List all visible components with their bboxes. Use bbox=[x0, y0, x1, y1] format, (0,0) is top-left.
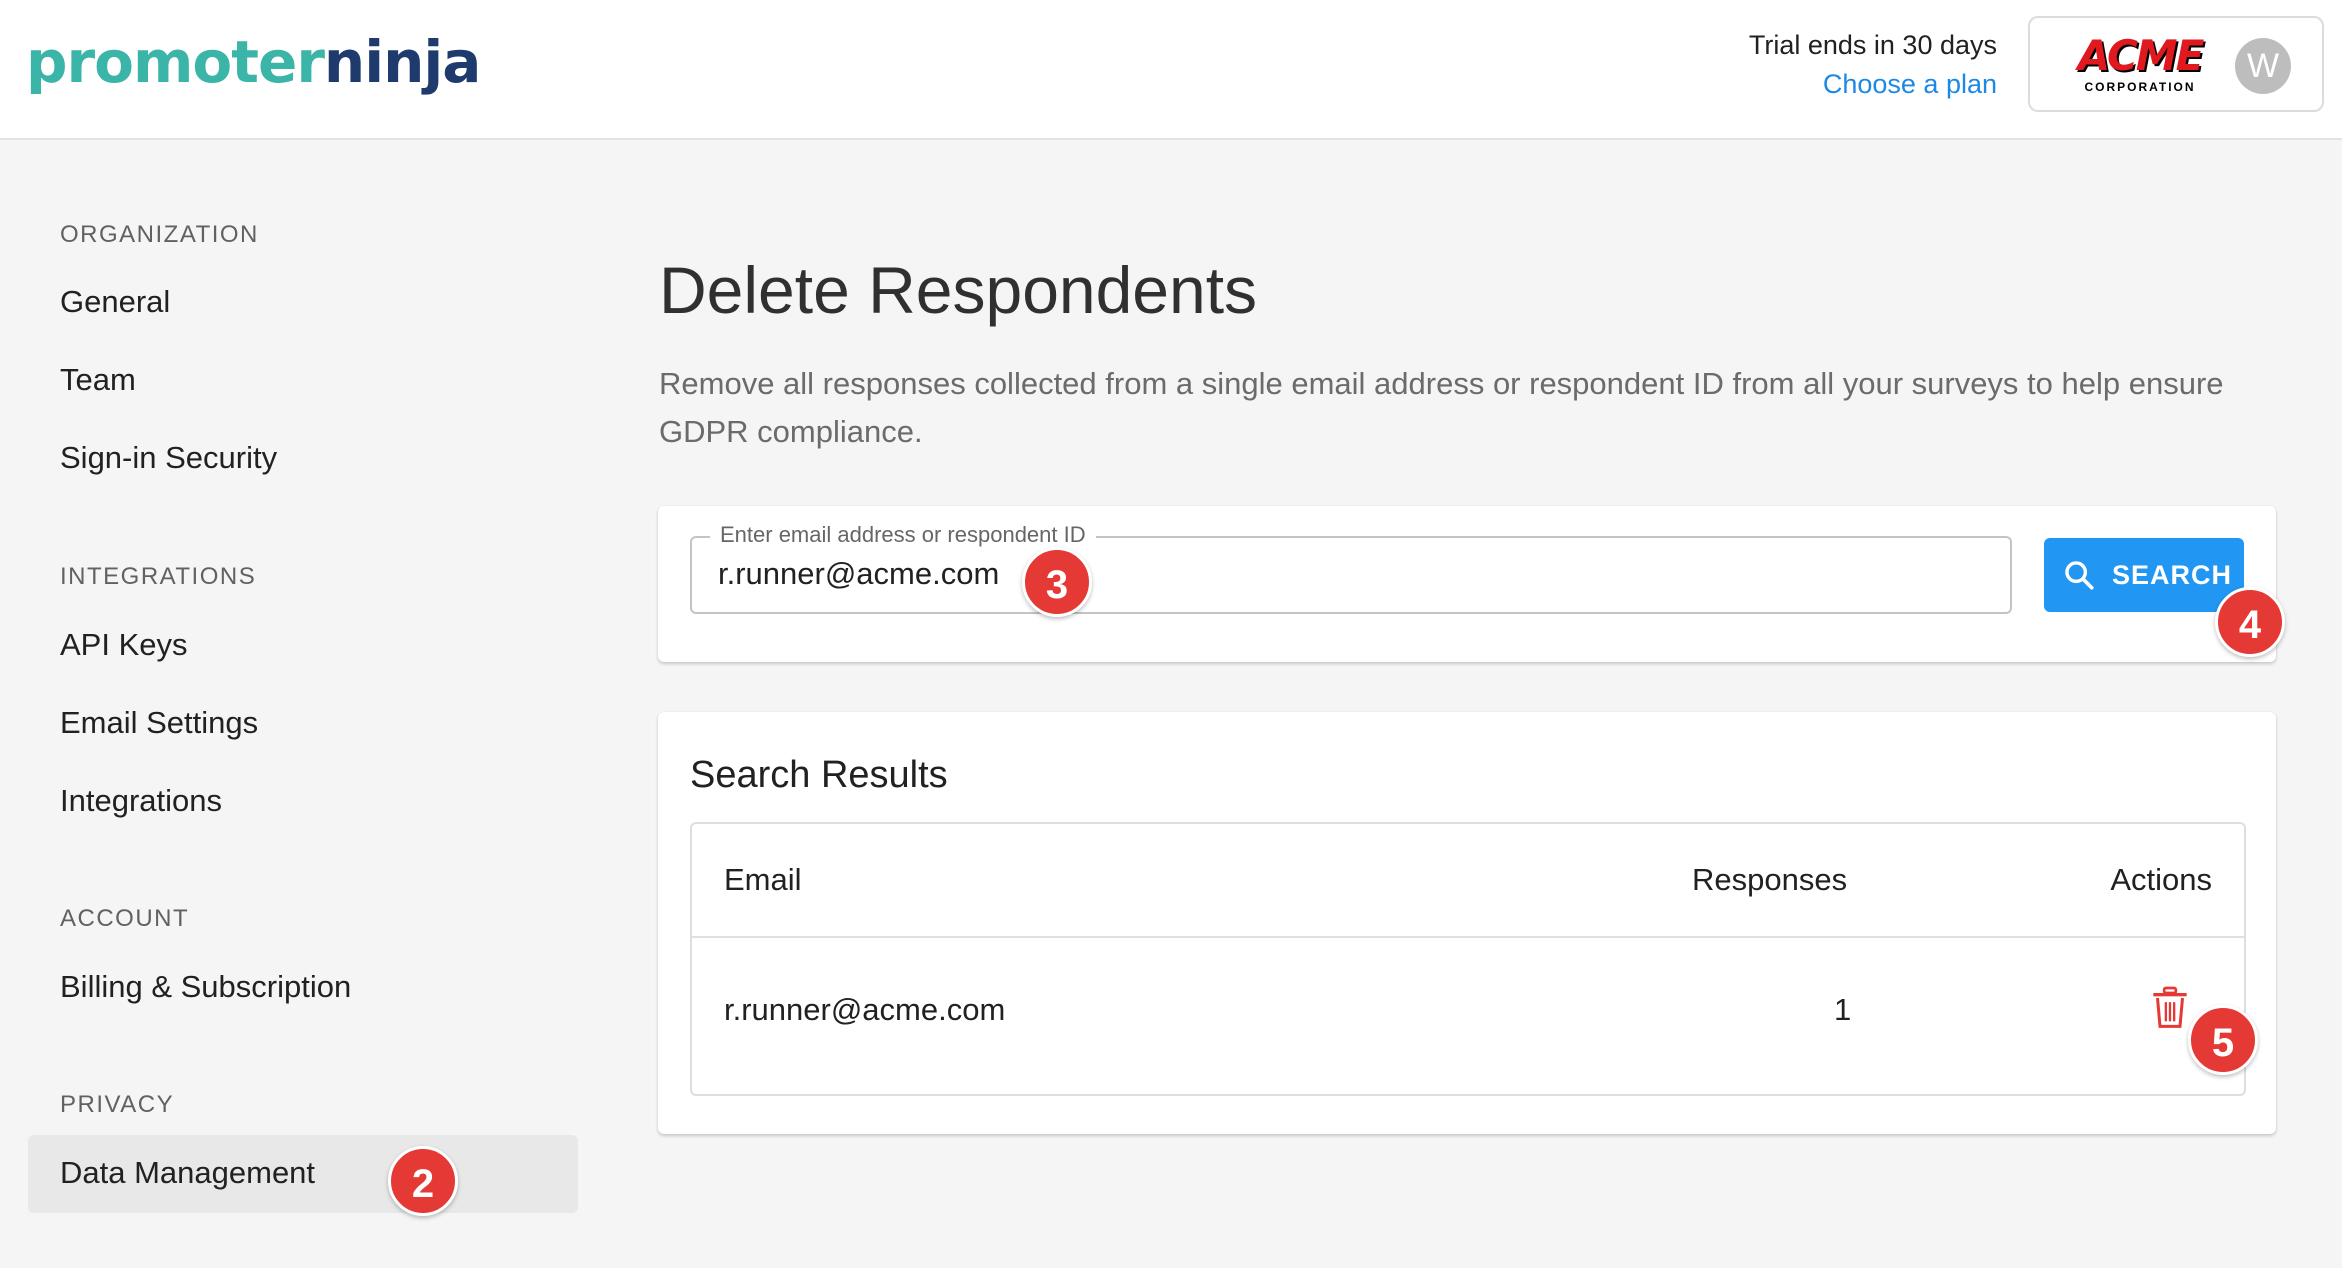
acme-logo-sub: CORPORATION bbox=[2084, 80, 2196, 94]
sidebar-item-billing-subscription[interactable]: Billing & Subscription bbox=[60, 969, 351, 1005]
respondent-search-field[interactable]: Enter email address or respondent ID r.r… bbox=[690, 522, 2012, 614]
logo-part-promoter: promoter bbox=[26, 28, 325, 96]
search-icon bbox=[2065, 561, 2094, 590]
step-badge-5: 5 bbox=[2188, 1005, 2258, 1075]
row-email: r.runner@acme.com bbox=[724, 992, 1006, 1027]
section-heading-organization: ORGANIZATION bbox=[60, 221, 259, 248]
sidebar-item-label-data-management[interactable]: Data Management bbox=[60, 1155, 315, 1191]
search-results-title: Search Results bbox=[690, 754, 948, 796]
search-button-label: SEARCH bbox=[2112, 560, 2233, 590]
account-switcher[interactable]: ACME CORPORATION W bbox=[2028, 16, 2324, 112]
trial-info: Trial ends in 30 days Choose a plan bbox=[1749, 30, 1997, 100]
acme-logo-main: ACME bbox=[2077, 31, 2205, 80]
section-heading-integrations: INTEGRATIONS bbox=[60, 563, 257, 590]
table-divider bbox=[692, 936, 2244, 938]
sidebar-item-integrations[interactable]: Integrations bbox=[60, 783, 222, 819]
sidebar-item-sign-in-security[interactable]: Sign-in Security bbox=[60, 440, 277, 476]
page-title: Delete Respondents bbox=[659, 253, 1258, 327]
column-header-responses: Responses bbox=[1692, 862, 1848, 897]
search-input[interactable]: r.runner@acme.com bbox=[718, 556, 999, 592]
user-avatar[interactable]: W bbox=[2235, 38, 2291, 94]
page-description: Remove all responses collected from a si… bbox=[659, 366, 2224, 449]
trash-icon[interactable] bbox=[2150, 986, 2190, 1030]
sidebar-item-api-keys[interactable]: API Keys bbox=[60, 627, 188, 663]
search-field-label: Enter email address or respondent ID bbox=[710, 522, 1096, 548]
section-heading-privacy: PRIVACY bbox=[60, 1091, 175, 1118]
results-table: Email Responses Actions r.runner@acme.co… bbox=[690, 822, 2246, 1096]
search-results-card: Search Results Email Responses Actions r… bbox=[658, 712, 2276, 1134]
acme-corporation-logo: ACME CORPORATION bbox=[2070, 31, 2210, 96]
search-button[interactable]: SEARCH bbox=[2044, 538, 2244, 612]
column-header-actions: Actions bbox=[2110, 862, 2212, 897]
sidebar-item-team[interactable]: Team bbox=[60, 362, 136, 398]
column-header-email: Email bbox=[724, 862, 802, 897]
sidebar-item-general[interactable]: General bbox=[60, 284, 170, 320]
trial-status-text: Trial ends in 30 days bbox=[1748, 30, 1997, 60]
top-bar: promoterninja Trial ends in 30 days Choo… bbox=[0, 0, 2342, 140]
step-badge-2: 2 bbox=[388, 1146, 458, 1216]
row-responses: 1 bbox=[1834, 992, 1852, 1027]
promoterninja-logo[interactable]: promoterninja bbox=[26, 28, 481, 96]
sidebar-item-email-settings[interactable]: Email Settings bbox=[60, 705, 258, 741]
choose-plan-link[interactable]: Choose a plan bbox=[1749, 69, 1997, 100]
step-badge-3: 3 bbox=[1022, 547, 1092, 617]
search-card: Enter email address or respondent ID r.r… bbox=[658, 506, 2276, 662]
step-badge-4: 4 bbox=[2215, 587, 2285, 657]
logo-part-ninja: ninja bbox=[323, 28, 481, 96]
section-heading-account: ACCOUNT bbox=[60, 905, 190, 932]
